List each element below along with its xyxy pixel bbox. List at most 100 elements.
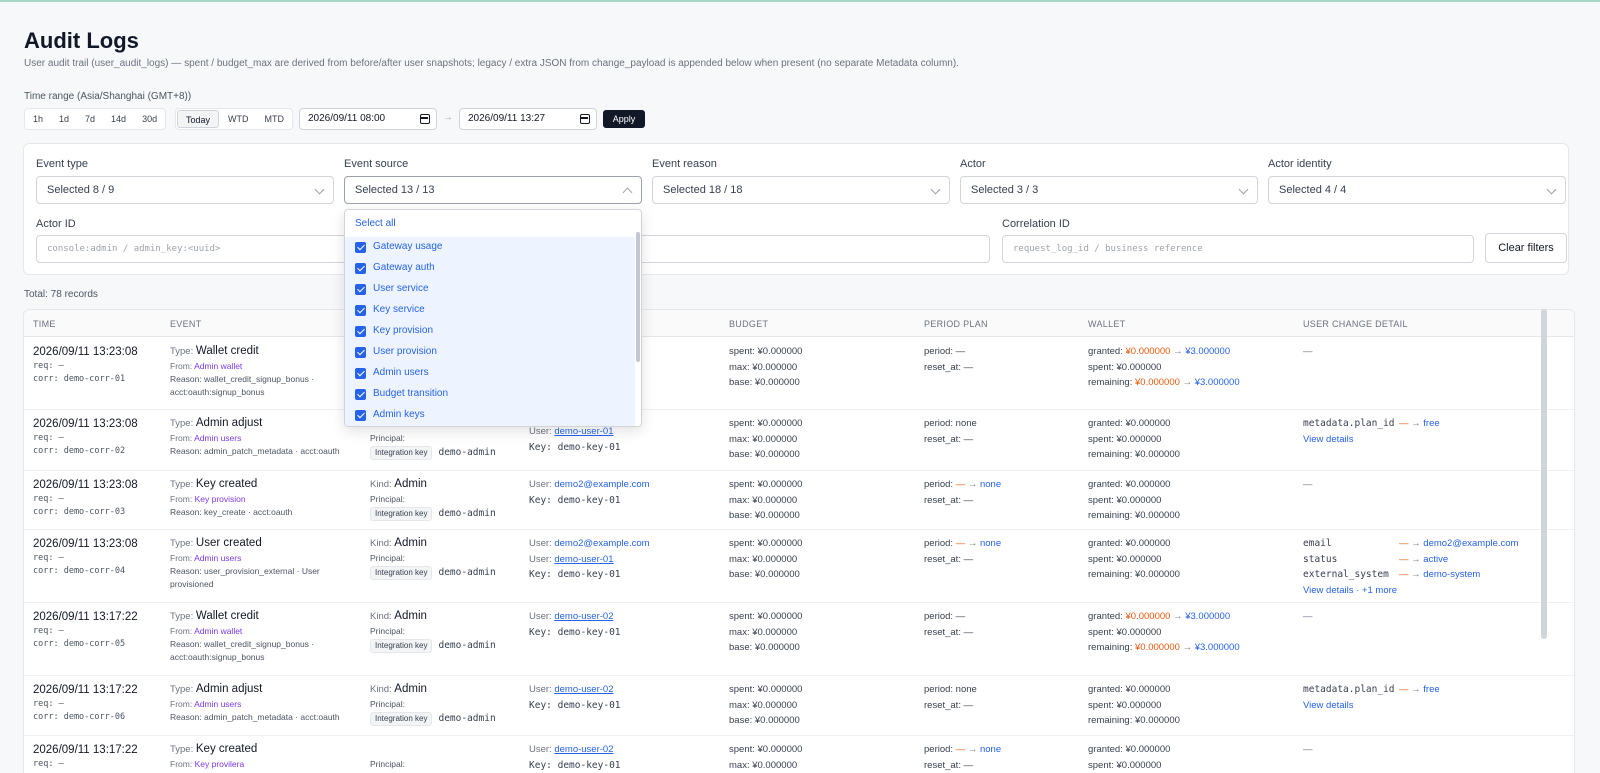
arrow-icon: →: [967, 538, 978, 549]
granted-after: ¥3.000000: [1185, 346, 1231, 357]
dropdown-option[interactable]: User provision: [345, 342, 635, 363]
event-source-select[interactable]: Selected 13 / 13: [344, 176, 642, 204]
range-30d[interactable]: 30d: [134, 109, 165, 129]
view-details-link[interactable]: View details: [1303, 698, 1440, 714]
checkbox-checked-icon[interactable]: [355, 410, 366, 421]
type-label: Type:: [170, 418, 194, 429]
event-source: Admin users: [194, 432, 242, 443]
header-user-change-detail[interactable]: USER CHANGE DETAIL: [1303, 319, 1408, 329]
calendar-icon[interactable]: [580, 114, 590, 124]
header-wallet[interactable]: WALLET: [1088, 319, 1125, 329]
table-row[interactable]: 2026/09/11 13:23:08 req: – corr: demo-co…: [24, 337, 1574, 410]
detail-value: active: [1423, 553, 1449, 565]
select-all-option[interactable]: Select all: [355, 218, 396, 229]
dropdown-option[interactable]: Gateway usage: [345, 237, 635, 258]
dropdown-option[interactable]: Admin users: [345, 363, 635, 384]
view-details-link[interactable]: View details: [1303, 432, 1440, 448]
actor-select[interactable]: Selected 3 / 3: [960, 176, 1258, 204]
checkbox-checked-icon[interactable]: [355, 368, 366, 379]
event-type: Key created: [195, 478, 258, 490]
arrow-icon: →: [967, 479, 978, 490]
event-source: Admin users: [194, 552, 242, 563]
dropdown-scrollbar[interactable]: [636, 232, 640, 362]
reset-at: reset_at: —: [924, 759, 974, 771]
integration-key-badge: Integration key: [370, 565, 433, 580]
actor-identity-select[interactable]: Selected 4 / 4: [1268, 176, 1566, 204]
arrow-icon: →: [1182, 642, 1193, 653]
row-req: req: –: [33, 759, 64, 769]
dropdown-option[interactable]: Key service: [345, 300, 635, 321]
user-link[interactable]: demo-user-01: [554, 426, 613, 437]
range-7d[interactable]: 7d: [77, 109, 103, 129]
row-req: req: –: [33, 699, 64, 709]
integration-key-badge: Integration key: [370, 638, 433, 653]
table-row[interactable]: 2026/09/11 13:23:08 req: – corr: demo-co…: [24, 530, 1574, 603]
event-source: Key provision: [194, 493, 246, 504]
dropdown-option[interactable]: Budget transition: [345, 384, 635, 405]
row-req: req: –: [33, 553, 64, 563]
detail-key: metadata.plan_id: [1303, 418, 1395, 429]
dropdown-option[interactable]: Key provision: [345, 321, 635, 342]
to-datetime-value: 2026/09/11 13:27: [468, 113, 546, 124]
table-scrollbar[interactable]: [1541, 309, 1547, 639]
period-before: —: [955, 744, 966, 755]
checkbox-checked-icon[interactable]: [355, 284, 366, 295]
wallet-spent: spent: ¥0.000000: [1088, 553, 1162, 565]
actor-identity-label: Actor identity: [1268, 158, 1332, 170]
arrow-icon: →: [1182, 377, 1193, 388]
row-req: req: –: [33, 433, 64, 443]
range-1d[interactable]: 1d: [51, 109, 77, 129]
to-datetime-input[interactable]: 2026/09/11 13:27: [459, 108, 597, 130]
budget-spent: spent: ¥0.000000: [729, 418, 803, 429]
user-link[interactable]: demo-user-01: [554, 554, 613, 565]
dropdown-option[interactable]: User service: [345, 279, 635, 300]
header-budget[interactable]: BUDGET: [729, 319, 768, 329]
actor-identity-value: Selected 4 / 4: [1279, 184, 1347, 196]
table-row[interactable]: 2026/09/11 13:23:08 req: – corr: demo-co…: [24, 471, 1574, 530]
range-mtd[interactable]: MTD: [257, 109, 293, 129]
range-1h[interactable]: 1h: [25, 109, 51, 129]
chevron-down-icon: [1546, 184, 1557, 195]
dropdown-option[interactable]: Admin keys: [345, 405, 635, 426]
change-detail-empty: —: [1303, 479, 1313, 490]
budget-base: base: ¥0.000000: [729, 510, 800, 521]
event-reason-select[interactable]: Selected 18 / 18: [652, 176, 950, 204]
budget-spent: spent: ¥0.000000: [729, 538, 803, 549]
range-14d[interactable]: 14d: [103, 109, 134, 129]
user-link[interactable]: demo-user-02: [554, 684, 613, 695]
range-wtd[interactable]: WTD: [220, 109, 257, 129]
user-link[interactable]: demo-user-02: [554, 744, 613, 755]
correlation-id-input[interactable]: request_log_id / business reference: [1002, 235, 1474, 263]
row-corr: corr: demo-corr-06: [33, 712, 126, 722]
page-subtitle: User audit trail (user_audit_logs) — spe…: [24, 58, 959, 69]
user-link[interactable]: demo-user-02: [554, 611, 613, 622]
checkbox-checked-icon[interactable]: [355, 389, 366, 400]
header-period-plan[interactable]: PERIOD PLAN: [924, 319, 988, 329]
table-row[interactable]: 2026/09/11 13:23:08 req: – corr: demo-co…: [24, 410, 1574, 471]
checkbox-checked-icon[interactable]: [355, 347, 366, 358]
apply-button[interactable]: Apply: [603, 110, 645, 128]
calendar-icon[interactable]: [420, 114, 430, 124]
dropdown-option[interactable]: Gateway auth: [345, 258, 635, 279]
view-details-link[interactable]: View details · +1 more: [1303, 583, 1518, 599]
checkbox-checked-icon[interactable]: [355, 242, 366, 253]
table-row[interactable]: 2026/09/11 13:17:22 req: – Type: Key cre…: [24, 736, 1574, 773]
from-datetime-input[interactable]: 2026/09/11 08:00: [299, 108, 437, 130]
arrow-icon: →: [967, 744, 978, 755]
table-row[interactable]: 2026/09/11 13:17:22 req: – corr: demo-co…: [24, 603, 1574, 676]
header-time[interactable]: TIME: [33, 319, 56, 329]
arrow-icon: →: [1411, 418, 1421, 429]
integration-key-badge: Integration key: [370, 446, 433, 460]
checkbox-checked-icon[interactable]: [355, 326, 366, 337]
user-link[interactable]: demo2@example.com: [554, 538, 649, 549]
checkbox-checked-icon[interactable]: [355, 305, 366, 316]
checkbox-checked-icon[interactable]: [355, 263, 366, 274]
detail-value: demo2@example.com: [1423, 538, 1519, 549]
clear-filters-button[interactable]: Clear filters: [1485, 233, 1567, 263]
table-row[interactable]: 2026/09/11 13:17:22 req: – corr: demo-co…: [24, 676, 1574, 736]
user-link[interactable]: demo2@example.com: [554, 479, 649, 490]
event-type-select[interactable]: Selected 8 / 9: [36, 176, 334, 204]
change-detail-empty: —: [1303, 744, 1313, 755]
range-today[interactable]: Today: [177, 110, 220, 128]
header-event[interactable]: EVENT: [170, 319, 202, 329]
